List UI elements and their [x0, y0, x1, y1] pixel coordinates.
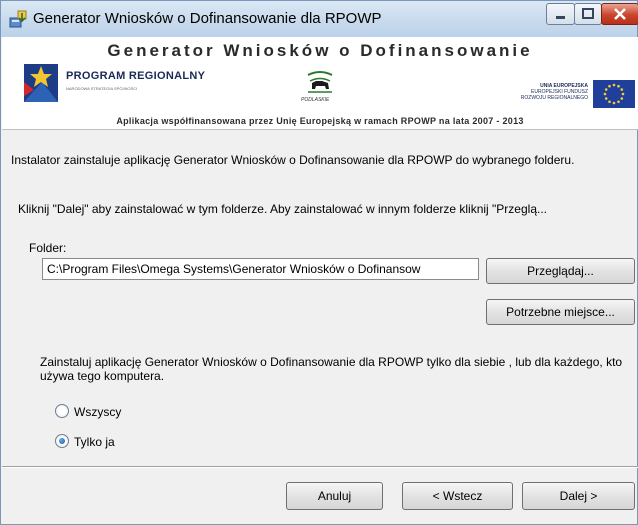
hint-text: Kliknij "Dalej" aby zainstalować w tym f… — [18, 202, 547, 216]
browse-button[interactable]: Przeglądaj... — [486, 258, 635, 284]
minimize-icon — [556, 16, 565, 19]
radio-only-me[interactable] — [55, 434, 69, 448]
maximize-icon — [582, 8, 594, 19]
install-scope-text: Zainstaluj aplikację Generator Wniosków … — [40, 355, 623, 383]
program-subtitle: NARODOWA STRATEGIA SPÓJNOŚCI — [66, 86, 138, 91]
header-banner: Generator Wniosków o Dofinansowanie PROG… — [2, 37, 638, 130]
footer-divider — [2, 466, 638, 468]
radio-everyone-label[interactable]: Wszyscy — [74, 405, 121, 419]
installer-window: Generator Wniosków o Dofinansowanie dla … — [0, 0, 638, 525]
podlaskie-label: PODLASKIE — [301, 97, 330, 103]
radio-everyone[interactable] — [55, 404, 69, 418]
close-button[interactable] — [601, 3, 638, 25]
program-name: PROGRAM REGIONALNY — [66, 70, 206, 82]
intro-text: Instalator zainstaluje aplikację Generat… — [11, 153, 575, 167]
banner-footer-text: Aplikacja współfinansowana przez Unię Eu… — [116, 116, 524, 126]
banner-title: Generator Wniosków o Dofinansowanie — [107, 41, 533, 60]
eu-line-3: ROZWOJU REGIONALNEGO — [520, 95, 588, 101]
window-title: Generator Wniosków o Dofinansowanie dla … — [33, 10, 382, 27]
cancel-button[interactable]: Anuluj — [286, 482, 383, 510]
eu-flag-icon — [593, 80, 635, 108]
back-button[interactable]: < Wstecz — [402, 482, 513, 510]
title-bar[interactable]: Generator Wniosków o Dofinansowanie dla … — [1, 1, 638, 37]
next-button[interactable]: Dalej > — [522, 482, 635, 510]
maximize-button[interactable] — [574, 3, 602, 25]
close-icon — [614, 8, 626, 20]
eu-text: UNIA EUROPEJSKA EUROPEJSKI FUNDUSZ ROZWO… — [482, 83, 588, 101]
minimize-button[interactable] — [546, 3, 575, 25]
folder-path-input[interactable] — [42, 258, 479, 280]
disk-space-button[interactable]: Potrzebne miejsce... — [486, 299, 635, 325]
program-regionalny-logo — [24, 64, 58, 102]
radio-only-me-label[interactable]: Tylko ja — [74, 435, 115, 449]
podlaskie-logo — [307, 71, 333, 93]
installer-icon — [9, 10, 27, 28]
folder-label: Folder: — [29, 241, 67, 255]
